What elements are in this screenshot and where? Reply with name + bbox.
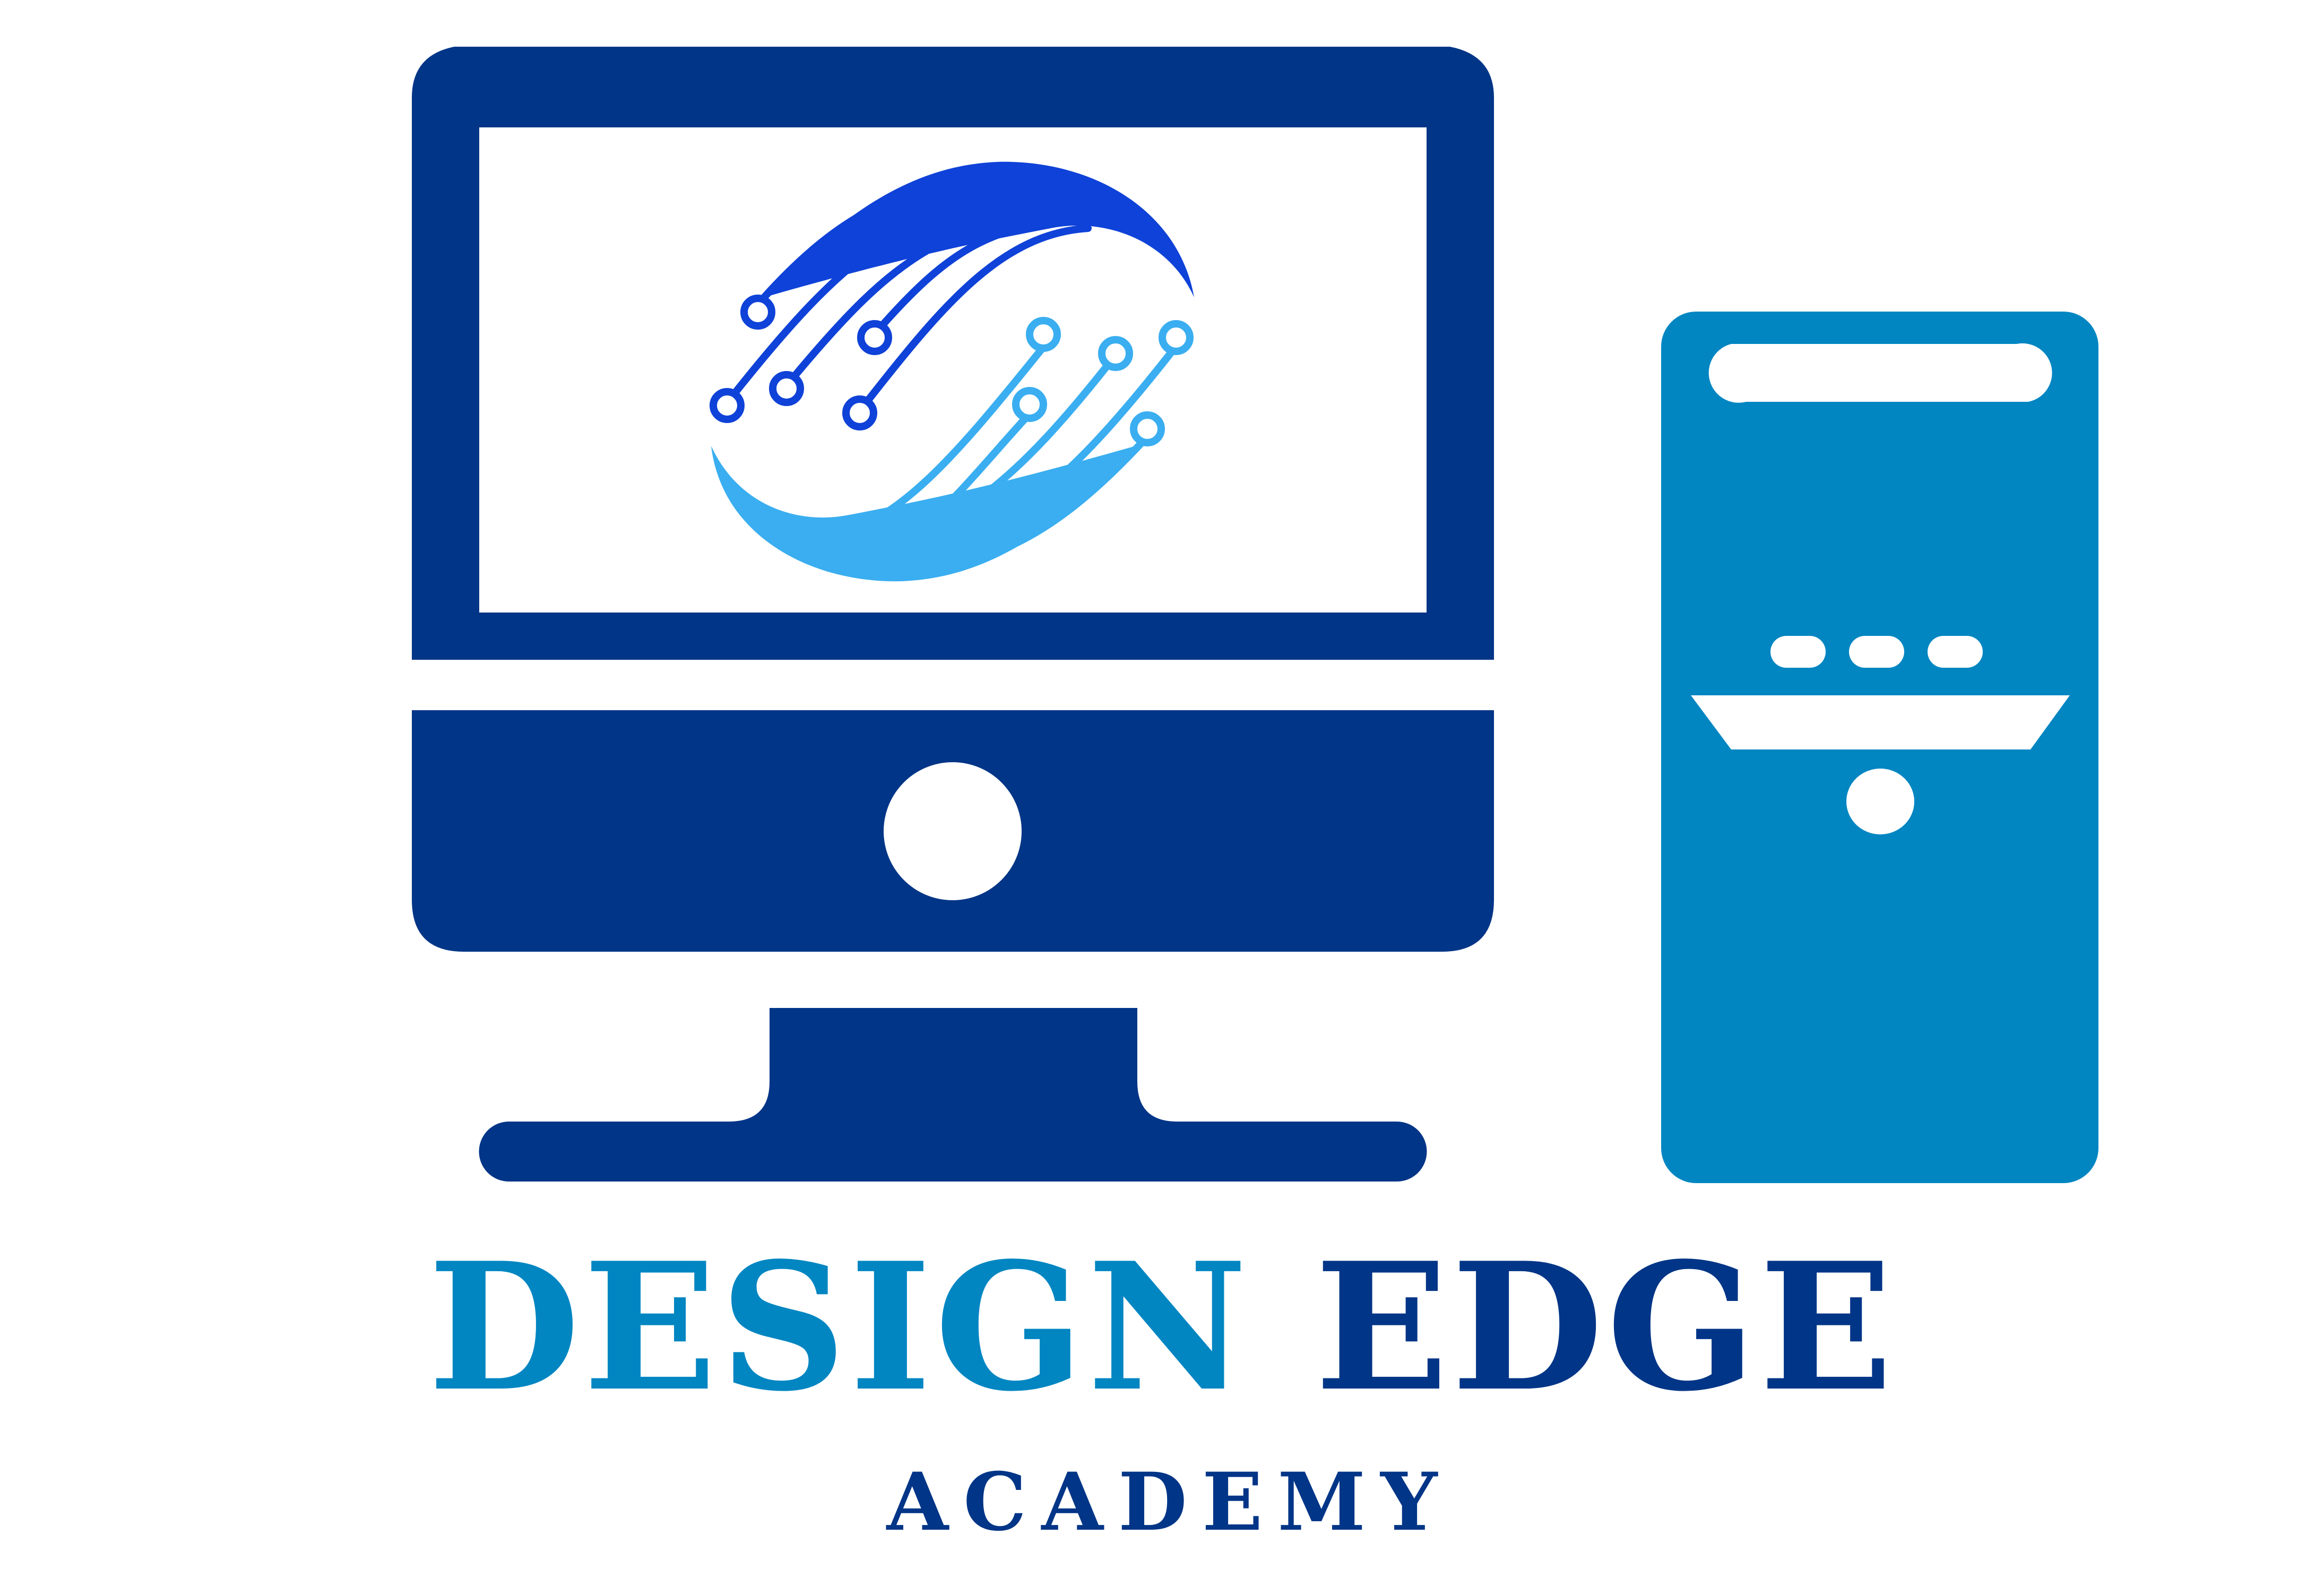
tower-power-button xyxy=(1846,769,1914,834)
circuit-node xyxy=(842,395,877,430)
monitor-stand-neck xyxy=(479,1008,1427,1182)
brand-word-design: DESIGN xyxy=(428,1224,1251,1430)
circuit-node xyxy=(1130,411,1165,446)
circuit-node xyxy=(1012,387,1047,422)
circuit-node xyxy=(1159,320,1194,355)
tower-drive-bay xyxy=(1708,343,2052,403)
computer-tower-icon xyxy=(1661,312,2098,1183)
tower-indicator-light xyxy=(1770,636,1826,668)
tower-indicator-light xyxy=(1928,636,1983,668)
monitor-power-button xyxy=(884,762,1022,900)
brand-name: DESIGN EDGE xyxy=(0,1231,2324,1423)
tower-indicator-light xyxy=(1849,636,1904,668)
circuit-node xyxy=(769,371,804,406)
circuit-node xyxy=(710,388,745,423)
tower-tray xyxy=(1691,695,2070,749)
brand-tagline: ACADEMY xyxy=(886,1455,1453,1549)
brand-word-edge: EDGE xyxy=(1315,1224,1896,1430)
circuit-node xyxy=(740,295,775,330)
circuit-node xyxy=(1098,336,1133,371)
circuit-node xyxy=(1026,317,1061,352)
circuit-node xyxy=(857,320,892,355)
